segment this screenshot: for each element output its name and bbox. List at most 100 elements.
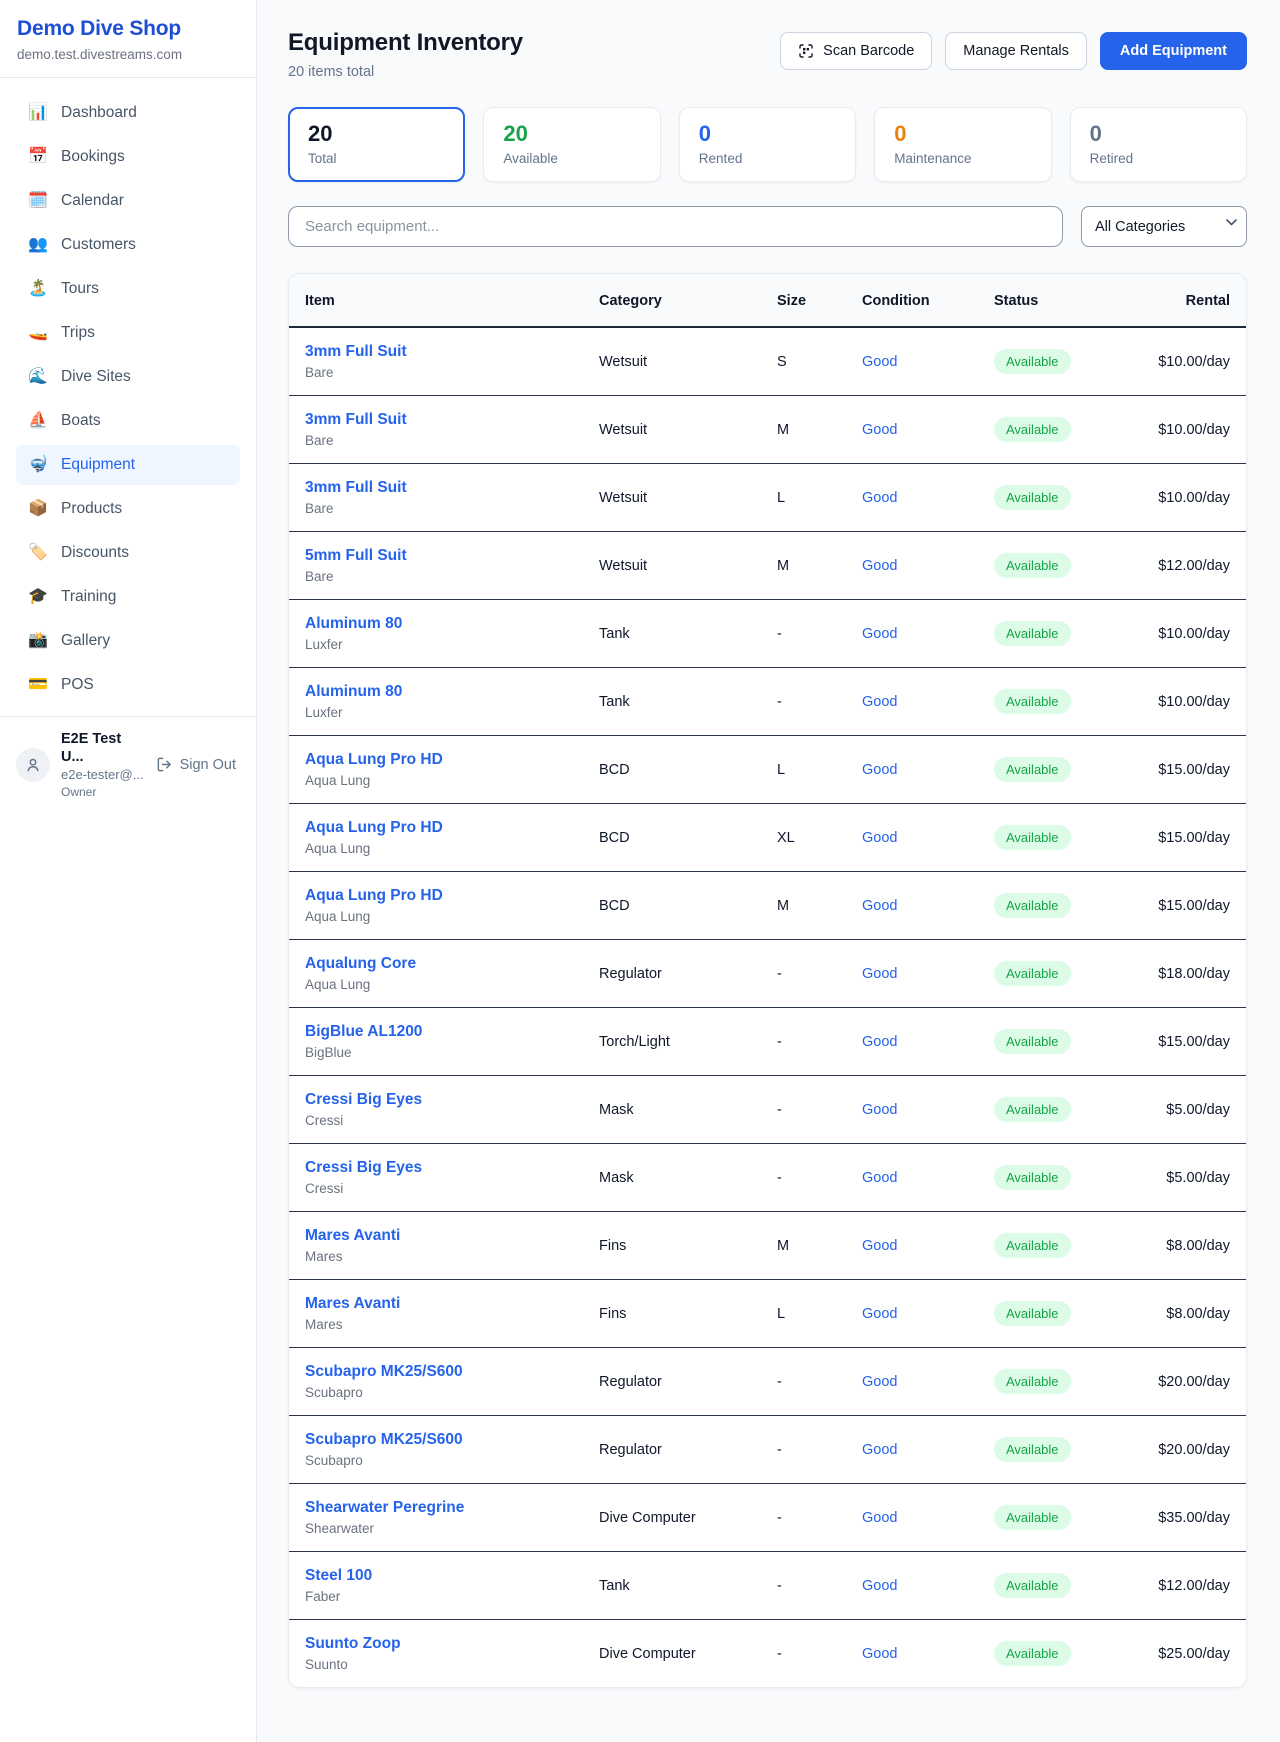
tag-icon: 🏷️ — [28, 545, 48, 561]
item-name-link[interactable]: Aqua Lung Pro HD — [305, 750, 567, 770]
item-brand: Faber — [305, 1588, 567, 1605]
status-badge: Available — [994, 1165, 1071, 1190]
item-category: Fins — [583, 1280, 761, 1348]
scan-barcode-button[interactable]: Scan Barcode — [780, 32, 932, 70]
item-name-link[interactable]: Aqua Lung Pro HD — [305, 886, 567, 906]
item-condition-link[interactable]: Good — [862, 762, 897, 778]
sidebar-item-label: Customers — [61, 236, 136, 254]
sidebar-item-training[interactable]: 🎓Training — [16, 577, 240, 617]
item-name-link[interactable]: Scubapro MK25/S600 — [305, 1430, 567, 1450]
item-condition-link[interactable]: Good — [862, 1442, 897, 1458]
item-name-link[interactable]: Mares Avanti — [305, 1226, 567, 1246]
item-condition-link[interactable]: Good — [862, 898, 897, 914]
sign-out-button[interactable]: Sign Out — [156, 756, 236, 773]
sidebar-item-label: Gallery — [61, 632, 110, 650]
item-condition-link[interactable]: Good — [862, 626, 897, 642]
item-name-link[interactable]: Cressi Big Eyes — [305, 1158, 567, 1178]
table-row: Cressi Big EyesCressiMask-GoodAvailable$… — [289, 1076, 1246, 1144]
sidebar-item-products[interactable]: 📦Products — [16, 489, 240, 529]
item-name-link[interactable]: Aqua Lung Pro HD — [305, 818, 567, 838]
item-name-link[interactable]: Cressi Big Eyes — [305, 1090, 567, 1110]
item-rental-rate: $8.00/day — [1118, 1280, 1246, 1348]
item-name-link[interactable]: Aluminum 80 — [305, 682, 567, 702]
sidebar-item-discounts[interactable]: 🏷️ Discounts — [16, 533, 240, 573]
sidebar-item-label: Discounts — [61, 544, 129, 562]
item-name-link[interactable]: Steel 100 — [305, 1566, 567, 1586]
item-condition-link[interactable]: Good — [862, 490, 897, 506]
item-name-link[interactable]: Shearwater Peregrine — [305, 1498, 567, 1518]
status-badge: Available — [994, 1301, 1071, 1326]
search-input[interactable] — [288, 206, 1063, 247]
item-name-link[interactable]: 5mm Full Suit — [305, 546, 567, 566]
sidebar-item-tours[interactable]: 🏝️Tours — [16, 269, 240, 309]
item-condition-link[interactable]: Good — [862, 354, 897, 370]
camera-icon: 📸 — [28, 633, 48, 649]
sidebar-item-label: Bookings — [61, 148, 125, 166]
sign-out-label: Sign Out — [180, 757, 236, 773]
stat-value: 0 — [699, 121, 836, 147]
item-rental-rate: $10.00/day — [1118, 600, 1246, 668]
stat-card-retired[interactable]: 0Retired — [1070, 107, 1247, 182]
user-role: Owner — [61, 785, 145, 800]
item-name-link[interactable]: BigBlue AL1200 — [305, 1022, 567, 1042]
item-condition-link[interactable]: Good — [862, 558, 897, 574]
item-size: XL — [761, 804, 846, 872]
item-condition-link[interactable]: Good — [862, 830, 897, 846]
item-condition-link[interactable]: Good — [862, 694, 897, 710]
item-category: Wetsuit — [583, 396, 761, 464]
item-condition-link[interactable]: Good — [862, 1102, 897, 1118]
item-rental-rate: $15.00/day — [1118, 804, 1246, 872]
sidebar-item-customers[interactable]: 👥Customers — [16, 225, 240, 265]
user-info: E2E Test U... e2e-tester@... Owner — [61, 730, 145, 800]
stat-card-total[interactable]: 20Total — [288, 107, 465, 182]
item-name-link[interactable]: Scubapro MK25/S600 — [305, 1362, 567, 1382]
item-brand: Bare — [305, 500, 567, 517]
item-condition-link[interactable]: Good — [862, 1374, 897, 1390]
item-name-link[interactable]: 3mm Full Suit — [305, 342, 567, 362]
sidebar-item-dashboard[interactable]: 📊Dashboard — [16, 93, 240, 133]
item-rental-rate: $10.00/day — [1118, 464, 1246, 532]
stat-card-maintenance[interactable]: 0Maintenance — [874, 107, 1051, 182]
sidebar-item-calendar[interactable]: 🗓️Calendar — [16, 181, 240, 221]
diving-mask-icon: 🤿 — [28, 457, 48, 473]
item-condition-link[interactable]: Good — [862, 422, 897, 438]
item-name-link[interactable]: Aqualung Core — [305, 954, 567, 974]
status-badge: Available — [994, 1097, 1071, 1122]
item-size: - — [761, 668, 846, 736]
item-name-link[interactable]: Mares Avanti — [305, 1294, 567, 1314]
stat-card-available[interactable]: 20Available — [483, 107, 660, 182]
item-condition-link[interactable]: Good — [862, 966, 897, 982]
item-condition-link[interactable]: Good — [862, 1646, 897, 1662]
item-condition-link[interactable]: Good — [862, 1034, 897, 1050]
sidebar-item-pos[interactable]: 💳POS — [16, 665, 240, 705]
item-rental-rate: $15.00/day — [1118, 736, 1246, 804]
table-row: 3mm Full SuitBareWetsuitLGoodAvailable$1… — [289, 464, 1246, 532]
item-size: M — [761, 532, 846, 600]
sidebar-item-equipment[interactable]: 🤿Equipment — [16, 445, 240, 485]
item-condition-link[interactable]: Good — [862, 1578, 897, 1594]
add-equipment-button[interactable]: Add Equipment — [1100, 32, 1247, 70]
item-condition-link[interactable]: Good — [862, 1238, 897, 1254]
sidebar-item-boats[interactable]: ⛵Boats — [16, 401, 240, 441]
item-name-link[interactable]: Suunto Zoop — [305, 1634, 567, 1654]
item-name-link[interactable]: Aluminum 80 — [305, 614, 567, 634]
sidebar-item-dive-sites[interactable]: 🌊Dive Sites — [16, 357, 240, 397]
sidebar-item-gallery[interactable]: 📸 Gallery — [16, 621, 240, 661]
item-category: Dive Computer — [583, 1484, 761, 1552]
item-name-link[interactable]: 3mm Full Suit — [305, 410, 567, 430]
item-condition-link[interactable]: Good — [862, 1170, 897, 1186]
item-condition-link[interactable]: Good — [862, 1306, 897, 1322]
sidebar-item-bookings[interactable]: 📅Bookings — [16, 137, 240, 177]
manage-rentals-button[interactable]: Manage Rentals — [945, 32, 1087, 70]
item-size: M — [761, 1212, 846, 1280]
item-name-link[interactable]: 3mm Full Suit — [305, 478, 567, 498]
item-condition-link[interactable]: Good — [862, 1510, 897, 1526]
sidebar-item-trips[interactable]: 🚤Trips — [16, 313, 240, 353]
category-filter-select[interactable]: All Categories — [1081, 206, 1247, 247]
filter-row: All Categories — [288, 206, 1247, 247]
status-badge: Available — [994, 757, 1071, 782]
item-brand: Aqua Lung — [305, 772, 567, 789]
item-brand: Aqua Lung — [305, 908, 567, 925]
stat-card-rented[interactable]: 0Rented — [679, 107, 856, 182]
table-row: BigBlue AL1200BigBlueTorch/Light-GoodAva… — [289, 1008, 1246, 1076]
